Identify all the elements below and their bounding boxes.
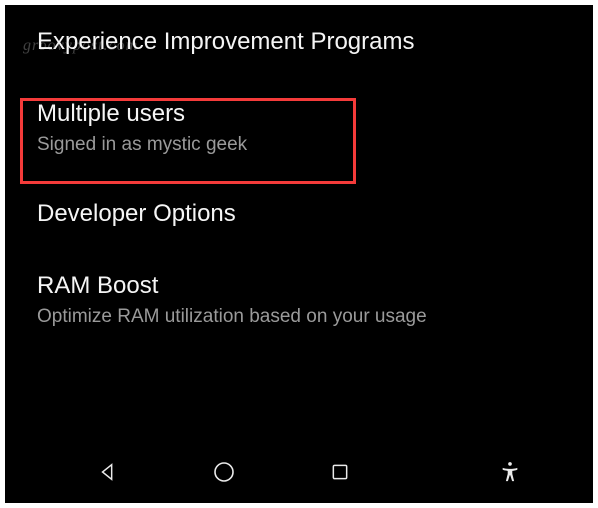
setting-subtitle: Optimize RAM utilization based on your u… [37,305,561,329]
setting-title: Experience Improvement Programs [37,27,561,57]
setting-title: RAM Boost [37,271,561,301]
setting-title: Developer Options [37,199,561,229]
setting-ram-boost[interactable]: RAM Boost Optimize RAM utilization based… [37,249,561,349]
settings-screen: groovypost.com Experience Improvement Pr… [5,5,593,503]
nav-home-icon[interactable] [211,459,237,485]
setting-developer-options[interactable]: Developer Options [37,177,561,249]
settings-list: Experience Improvement Programs Multiple… [5,5,593,349]
setting-title: Multiple users [37,99,561,129]
navigation-bar [5,441,593,503]
setting-experience-improvement[interactable]: Experience Improvement Programs [37,5,561,77]
setting-subtitle: Signed in as mystic geek [37,133,561,157]
nav-back-icon[interactable] [95,459,121,485]
nav-recent-icon[interactable] [327,459,353,485]
setting-multiple-users[interactable]: Multiple users Signed in as mystic geek [37,77,561,177]
accessibility-icon[interactable] [497,459,523,485]
